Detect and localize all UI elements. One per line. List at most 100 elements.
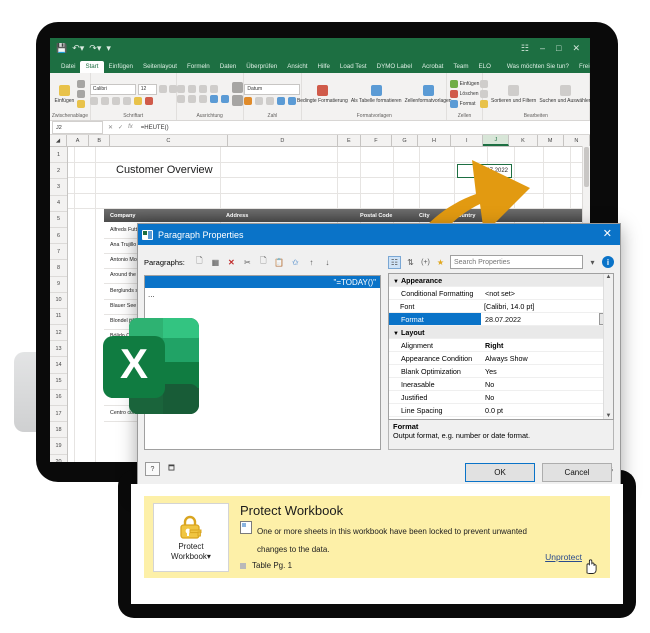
paragraphs-toolbar[interactable]: Paragraphs: 🗋 ▦ ✕ ✂ 🗋 📋 ✩ ↑ ↓ (144, 251, 381, 273)
ok-button[interactable]: OK (465, 463, 535, 482)
row-8[interactable]: 8 (50, 260, 67, 277)
conditional-formatting-icon[interactable] (316, 84, 328, 96)
row-18[interactable]: 18 (50, 422, 67, 439)
new-paragraph-icon[interactable]: 🗋 (194, 256, 205, 268)
decrease-indent-icon[interactable] (209, 95, 218, 103)
scroll-up-icon[interactable]: ▲ (606, 274, 612, 280)
row-20[interactable]: 20 (50, 455, 67, 462)
col-K[interactable]: K (509, 135, 538, 146)
number-format-box[interactable]: Datum (244, 83, 301, 95)
tab-einfuegen[interactable]: Einfügen (104, 63, 138, 73)
align-top-icon[interactable] (176, 85, 185, 93)
list-item[interactable]: ... (145, 288, 380, 300)
row-5[interactable]: 5 (50, 212, 67, 228)
search-dropdown-icon[interactable]: ▾ (587, 257, 598, 268)
property-row-format[interactable]: Format 28.07.2022 ⋯ (389, 313, 613, 326)
underline-icon[interactable] (111, 96, 120, 105)
find-select-icon[interactable] (559, 84, 571, 96)
col-C[interactable]: C (110, 135, 228, 146)
find-select-label[interactable]: Suchen und Auswählen (539, 98, 590, 104)
row-12[interactable]: 12 (50, 325, 67, 342)
tab-dymo-label[interactable]: DYMO Label (372, 63, 417, 73)
tab-acrobat[interactable]: Acrobat (417, 63, 448, 73)
fill-color-icon[interactable] (133, 96, 142, 105)
autosum-icon[interactable] (480, 80, 489, 88)
copy-icon[interactable] (77, 90, 86, 98)
delete-paragraph-icon[interactable]: ✕ (226, 257, 237, 268)
dropdown-caret-icon[interactable]: ▾ (207, 552, 211, 561)
scrollbar-thumb[interactable] (584, 147, 589, 187)
tab-seitenlayout[interactable]: Seitenlayout (138, 63, 182, 73)
property-row-blank-optimization[interactable]: Blank Optimization Yes (389, 365, 613, 378)
categorized-view-icon[interactable]: ☷ (388, 255, 401, 269)
undo-icon[interactable]: ↶▾ (72, 43, 84, 53)
col-N[interactable]: N (564, 135, 590, 146)
sheet-title[interactable]: Customer Overview (116, 164, 213, 176)
row-15[interactable]: 15 (50, 374, 67, 390)
font-size-box[interactable]: 12 (137, 83, 157, 95)
merge-cells-icon[interactable] (231, 95, 243, 106)
help-icon[interactable]: ? (145, 462, 160, 476)
property-value[interactable]: Always Show (481, 354, 613, 363)
move-up-icon[interactable]: ↑ (306, 257, 317, 268)
quick-access-toolbar[interactable]: 💾 ↶▾ ↷▾ ▾ (56, 43, 111, 53)
insert-cells-label[interactable]: Einfügen (460, 81, 480, 87)
col-M[interactable]: M (538, 135, 564, 146)
close-icon[interactable]: ✕ (572, 43, 580, 54)
insert-cells-icon[interactable] (449, 80, 458, 88)
list-item[interactable]: "=TODAY()" (145, 276, 380, 288)
share-button[interactable]: Freigeben (574, 63, 590, 73)
save-icon[interactable]: 💾 (56, 43, 67, 53)
format-cells-label[interactable]: Format (460, 101, 476, 107)
customize-qat-icon[interactable]: ▾ (106, 43, 111, 53)
row-7[interactable]: 7 (50, 244, 67, 261)
orientation-icon[interactable] (209, 85, 218, 93)
fill-icon[interactable] (480, 90, 489, 98)
row-1[interactable]: 1 (50, 147, 67, 164)
align-left-icon[interactable] (176, 95, 185, 103)
property-value[interactable]: <not set> (481, 289, 613, 298)
property-row-font[interactable]: ▸ Font [Calibri, 14.0 pt] (389, 300, 613, 313)
align-middle-icon[interactable] (187, 85, 196, 93)
row-6[interactable]: 6 (50, 228, 67, 245)
formula-input[interactable]: =HEUTE() (138, 125, 590, 131)
paste-icon[interactable]: 📋 (274, 257, 285, 268)
property-grid[interactable]: ▼ Appearance Conditional Formatting <not … (388, 273, 614, 420)
increase-font-icon[interactable] (158, 85, 167, 93)
edit-paragraph-icon[interactable]: ▦ (210, 257, 221, 268)
row-11[interactable]: 11 (50, 309, 67, 326)
copy-icon[interactable]: 🗋 (258, 256, 269, 268)
cell-styles-label[interactable]: Zellenformatvorlagen (405, 98, 452, 104)
align-bottom-icon[interactable] (198, 85, 207, 93)
col-A[interactable]: A (67, 135, 90, 146)
favorites-icon[interactable]: ★ (435, 257, 446, 268)
tab-load-test[interactable]: Load Test (335, 63, 372, 73)
property-category-layout[interactable]: ▼ Layout (389, 326, 613, 339)
property-value[interactable]: Wrap (480, 419, 613, 420)
row-19[interactable]: 19 (50, 438, 67, 455)
cancel-button[interactable]: Cancel (542, 463, 612, 482)
info-icon[interactable]: i (602, 256, 614, 268)
property-value[interactable]: No (481, 393, 613, 402)
delete-cells-label[interactable]: Löschen (460, 91, 479, 97)
tab-ueberpruefen[interactable]: Überprüfen (241, 63, 282, 73)
increase-indent-icon[interactable] (220, 95, 229, 103)
row-16[interactable]: 16 (50, 390, 67, 406)
percent-icon[interactable] (255, 96, 264, 105)
row-9[interactable]: 9 (50, 277, 67, 293)
format-as-table-label[interactable]: Als Tabelle formatieren (351, 98, 402, 104)
row-13[interactable]: 13 (50, 341, 67, 358)
minimize-icon[interactable]: – (540, 43, 545, 53)
alphabetical-view-icon[interactable]: ⇅ (405, 257, 416, 268)
property-category-appearance[interactable]: ▼ Appearance (389, 274, 613, 287)
property-value[interactable]: No (481, 380, 613, 389)
col-H[interactable]: H (418, 135, 452, 146)
tab-datei[interactable]: Datei (56, 63, 80, 73)
row-17[interactable]: 17 (50, 406, 67, 423)
col-F[interactable]: F (361, 135, 393, 146)
bold-icon[interactable] (89, 96, 98, 105)
font-name-box[interactable]: Calibri (89, 83, 136, 95)
cut-icon[interactable]: ✂ (242, 257, 253, 268)
align-right-icon[interactable] (198, 95, 207, 103)
tab-hilfe[interactable]: Hilfe (313, 63, 335, 73)
